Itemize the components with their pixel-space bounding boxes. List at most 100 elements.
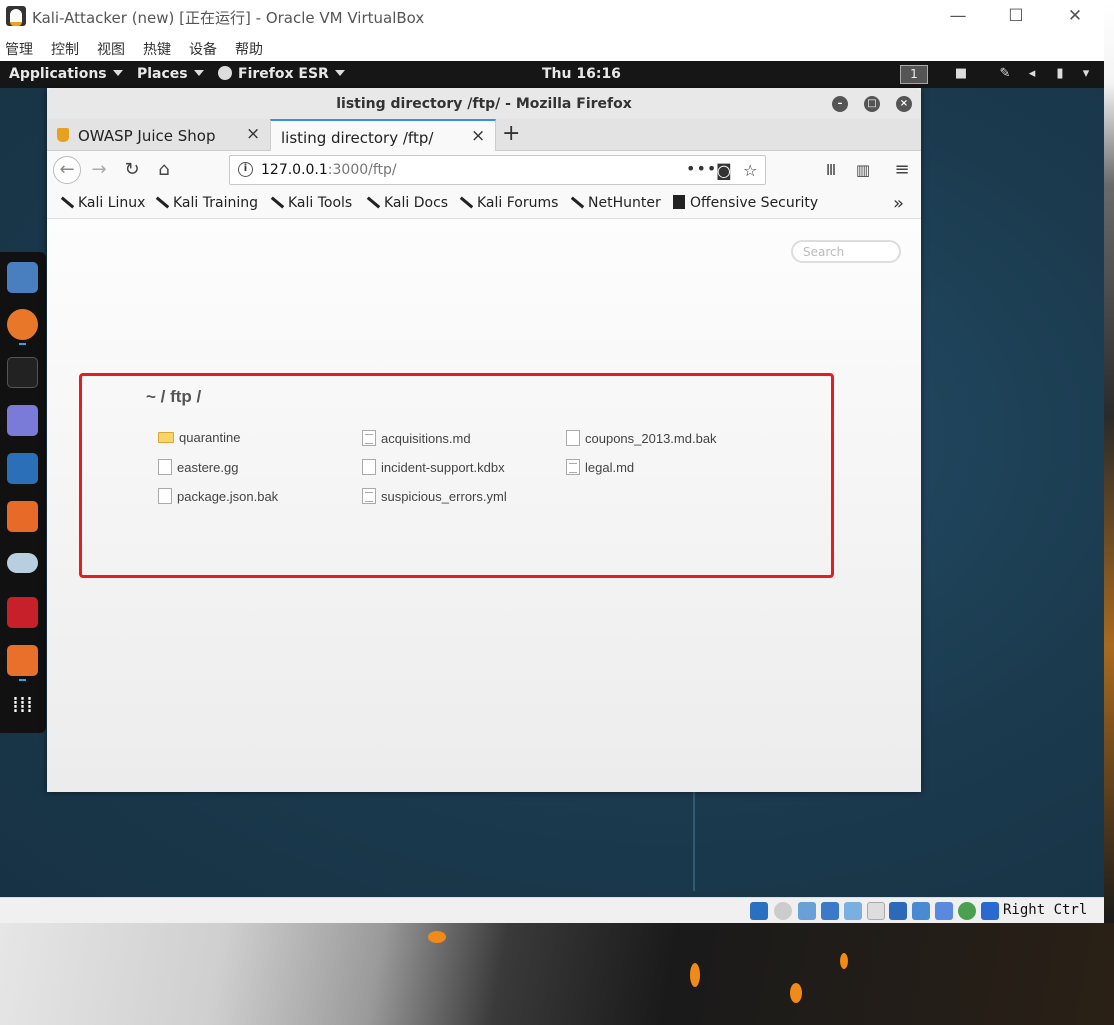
firefox-window-title: listing directory /ftp/ - Mozilla Firefo…: [336, 96, 632, 112]
file-link[interactable]: coupons_2013.md.bak: [566, 430, 717, 446]
back-button[interactable]: ←: [53, 156, 81, 184]
recording-icon[interactable]: [912, 902, 930, 920]
optical-drive-icon[interactable]: [774, 902, 792, 920]
tab-listing-directory[interactable]: listing directory /ftp/ ×: [270, 119, 496, 151]
firefox-titlebar: listing directory /ftp/ - Mozilla Firefo…: [47, 88, 921, 119]
vbox-status-bar: Right Ctrl: [0, 897, 1104, 923]
tab-juice-shop[interactable]: OWASP Juice Shop ×: [47, 119, 270, 151]
info-icon[interactable]: i: [238, 162, 253, 177]
tab-label: OWASP Juice Shop: [78, 127, 216, 145]
ff-maximize-button[interactable]: □: [864, 96, 880, 112]
reload-button[interactable]: ↻: [120, 158, 144, 182]
bookmark-nethunter[interactable]: NetHunter: [569, 195, 661, 211]
tab-close-icon[interactable]: ×: [471, 126, 485, 146]
bookmark-offensive-security[interactable]: Offensive Security: [671, 195, 818, 211]
kali-dragon-icon: [269, 195, 284, 209]
display-icon[interactable]: [889, 902, 907, 920]
shared-folders-icon[interactable]: [867, 902, 885, 920]
close-button[interactable]: ✕: [1060, 4, 1090, 28]
maximize-button[interactable]: ☐: [1001, 4, 1031, 28]
menu-manage[interactable]: 管理: [5, 39, 33, 59]
menu-icon[interactable]: ≡: [890, 158, 914, 182]
file-link[interactable]: acquisitions.md: [362, 430, 471, 446]
bookmarks-toolbar: Kali Linux Kali Training Kali Tools Kali…: [47, 189, 921, 219]
library-icon[interactable]: Ⅲ: [819, 158, 843, 182]
vbox-titlebar: Kali-Attacker (new) [正在运行] - Oracle VM V…: [0, 0, 1104, 34]
file-icon: [158, 488, 172, 504]
files-icon[interactable]: [7, 262, 38, 293]
forward-button[interactable]: →: [87, 158, 111, 182]
search-input[interactable]: Search: [791, 240, 901, 263]
vbox-menubar: 管理 控制 视图 热键 设备 帮助: [0, 34, 1104, 61]
file-icon: [362, 459, 376, 475]
keyboard-capture-icon[interactable]: [981, 902, 999, 920]
bookmark-star-icon[interactable]: ☆: [743, 161, 757, 180]
power-icon[interactable]: ▮: [1052, 67, 1068, 81]
firefox-app-menu[interactable]: Firefox ESR: [218, 66, 345, 82]
menu-hotkeys[interactable]: 热键: [143, 39, 171, 59]
audio-icon[interactable]: [798, 902, 816, 920]
cherry-icon[interactable]: [7, 597, 38, 628]
minimize-button[interactable]: —: [943, 4, 973, 28]
home-icon[interactable]: ⌂: [152, 158, 176, 182]
url-text[interactable]: 127.0.0.1:3000/ftp/: [261, 162, 397, 178]
places-menu[interactable]: Places: [137, 66, 204, 82]
system-menu-icon[interactable]: ▾: [1078, 67, 1094, 81]
menu-help[interactable]: 帮助: [235, 39, 263, 59]
file-link[interactable]: package.json.bak: [158, 488, 278, 504]
host-wallpaper-edge: [1104, 0, 1114, 923]
video-camera-icon[interactable]: ■: [953, 67, 969, 81]
clock[interactable]: Thu 16:16: [542, 66, 621, 82]
navigation-bar: ← → ↻ ⌂ i 127.0.0.1:3000/ftp/ ••• ◙ ☆ Ⅲ …: [47, 151, 921, 189]
bookmark-kali-tools[interactable]: Kali Tools: [269, 195, 352, 211]
new-tab-button[interactable]: +: [502, 121, 520, 146]
file-icon: [158, 459, 172, 475]
burpsuite-icon[interactable]: [7, 501, 38, 532]
hard-disk-icon[interactable]: [750, 902, 768, 920]
applications-menu[interactable]: Applications: [9, 66, 123, 82]
firefox-dock-icon[interactable]: [7, 309, 38, 340]
url-bar[interactable]: i 127.0.0.1:3000/ftp/ ••• ◙ ☆: [229, 155, 766, 185]
menu-control[interactable]: 控制: [51, 39, 79, 59]
bookmark-kali-forums[interactable]: Kali Forums: [458, 195, 558, 211]
show-apps-icon[interactable]: ⁞⁞⁞: [7, 693, 38, 724]
ff-minimize-button[interactable]: –: [832, 96, 848, 112]
page-actions-icon[interactable]: •••: [686, 159, 717, 178]
pen-icon[interactable]: ✎: [997, 67, 1013, 81]
bookmark-kali-linux[interactable]: Kali Linux: [59, 195, 145, 211]
file-link[interactable]: eastere.gg: [158, 459, 238, 475]
text-file-icon: [362, 488, 376, 504]
file-link[interactable]: incident-support.kdbx: [362, 459, 505, 475]
bookmark-kali-docs[interactable]: Kali Docs: [365, 195, 448, 211]
sidebar-icon[interactable]: ▥: [851, 158, 875, 182]
network-icon[interactable]: [821, 902, 839, 920]
page-content: Search ~ / ftp / quarantine acquisitions…: [47, 219, 921, 792]
burp-launcher-icon[interactable]: [7, 645, 38, 676]
workspace-indicator[interactable]: 1: [900, 65, 928, 84]
guest-additions-icon[interactable]: [958, 902, 976, 920]
file-link[interactable]: legal.md: [566, 459, 634, 475]
folder-icon: [158, 432, 174, 443]
offsec-icon: [671, 195, 686, 209]
menu-devices[interactable]: 设备: [189, 39, 217, 59]
file-link[interactable]: quarantine: [158, 430, 240, 445]
eye-icon[interactable]: [7, 553, 38, 573]
pocket-icon[interactable]: ◙: [716, 161, 732, 180]
bookmarks-overflow-icon[interactable]: »: [893, 193, 904, 214]
vt-x-icon[interactable]: [935, 902, 953, 920]
file-link[interactable]: suspicious_errors.yml: [362, 488, 507, 504]
bookmark-kali-training[interactable]: Kali Training: [154, 195, 258, 211]
text-editor-icon[interactable]: [7, 405, 38, 436]
host-wallpaper: [0, 923, 1114, 1025]
tab-strip: OWASP Juice Shop × listing directory /ft…: [47, 119, 921, 151]
wallpaper-flare: [428, 931, 446, 943]
menu-view[interactable]: 视图: [97, 39, 125, 59]
volume-icon[interactable]: ◂: [1024, 67, 1040, 81]
kali-dragon-icon: [458, 195, 473, 209]
tab-close-icon[interactable]: ×: [246, 124, 260, 144]
metasploit-icon[interactable]: [7, 453, 38, 484]
usb-icon[interactable]: [844, 902, 862, 920]
kali-dragon-icon: [569, 195, 584, 209]
terminal-icon[interactable]: [7, 357, 38, 388]
ff-close-button[interactable]: ×: [896, 96, 912, 112]
